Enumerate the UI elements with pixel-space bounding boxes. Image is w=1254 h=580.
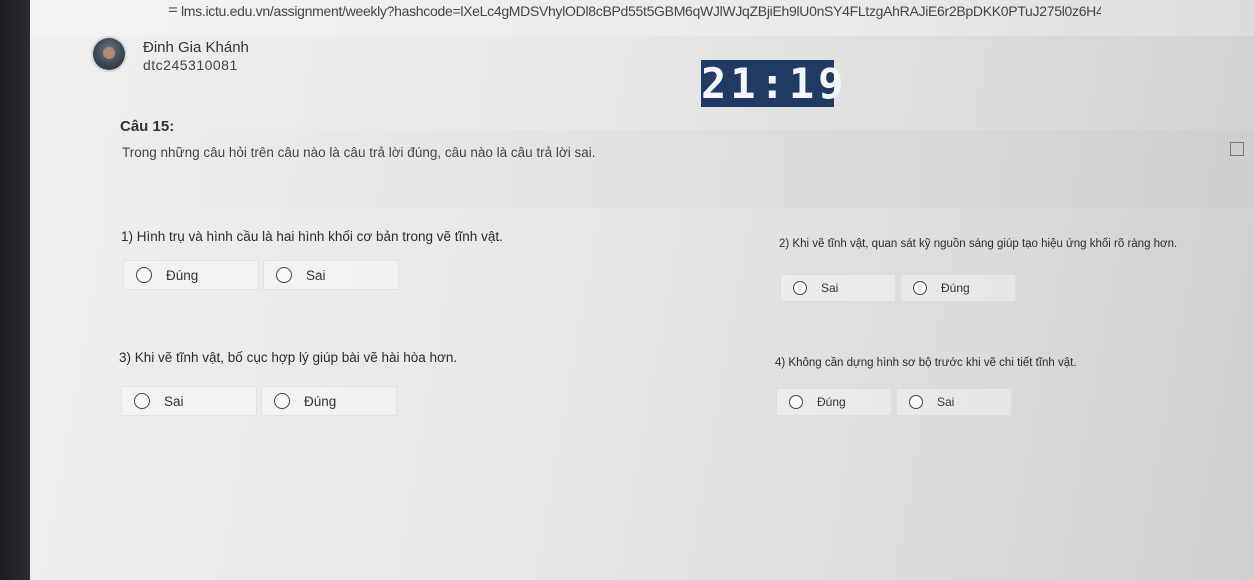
- option-3-sai[interactable]: Sai: [121, 386, 257, 416]
- option-1-dung[interactable]: Đúng: [123, 260, 259, 290]
- option-2-sai[interactable]: Sai: [780, 274, 896, 302]
- radio-icon[interactable]: [909, 395, 923, 409]
- option-4-sai[interactable]: Sai: [896, 388, 1012, 416]
- option-3-dung[interactable]: Đúng: [261, 386, 397, 416]
- radio-icon[interactable]: [134, 393, 150, 409]
- statement-3: 3) Khi vẽ tĩnh vật, bố cục hợp lý giúp b…: [119, 350, 458, 365]
- flag-question-checkbox[interactable]: [1230, 142, 1244, 156]
- option-1-sai[interactable]: Sai: [263, 260, 399, 290]
- radio-icon[interactable]: [136, 267, 152, 283]
- question-description: Trong những câu hỏi trên câu nào là câu …: [122, 145, 596, 160]
- avatar[interactable]: [93, 38, 125, 70]
- radio-icon[interactable]: [913, 281, 927, 295]
- radio-icon[interactable]: [793, 281, 807, 295]
- countdown-timer: 21:19: [701, 59, 848, 108]
- user-id: dtc245310081: [143, 57, 238, 73]
- radio-icon[interactable]: [274, 393, 290, 409]
- statement-1: 1) Hình trụ và hình cầu là hai hình khối…: [121, 229, 503, 244]
- question-header-band: [92, 130, 1254, 208]
- statement-2: 2) Khi vẽ tĩnh vật, quan sát kỹ nguồn sá…: [779, 238, 1178, 250]
- radio-icon[interactable]: [789, 395, 803, 409]
- option-2-dung[interactable]: Đúng: [900, 274, 1016, 302]
- statement-4: 4) Không cần dựng hình sơ bộ trước khi v…: [775, 357, 1077, 369]
- radio-icon[interactable]: [276, 267, 292, 283]
- screen-bezel: [0, 0, 30, 580]
- user-name: Đinh Gia Khánh: [143, 39, 249, 56]
- url-field[interactable]: lms.ictu.edu.vn/assignment/weekly?hashco…: [181, 3, 1101, 19]
- question-number: Câu 15:: [120, 118, 175, 135]
- option-4-dung[interactable]: Đúng: [776, 388, 892, 416]
- site-settings-icon[interactable]: ⚌: [168, 2, 178, 15]
